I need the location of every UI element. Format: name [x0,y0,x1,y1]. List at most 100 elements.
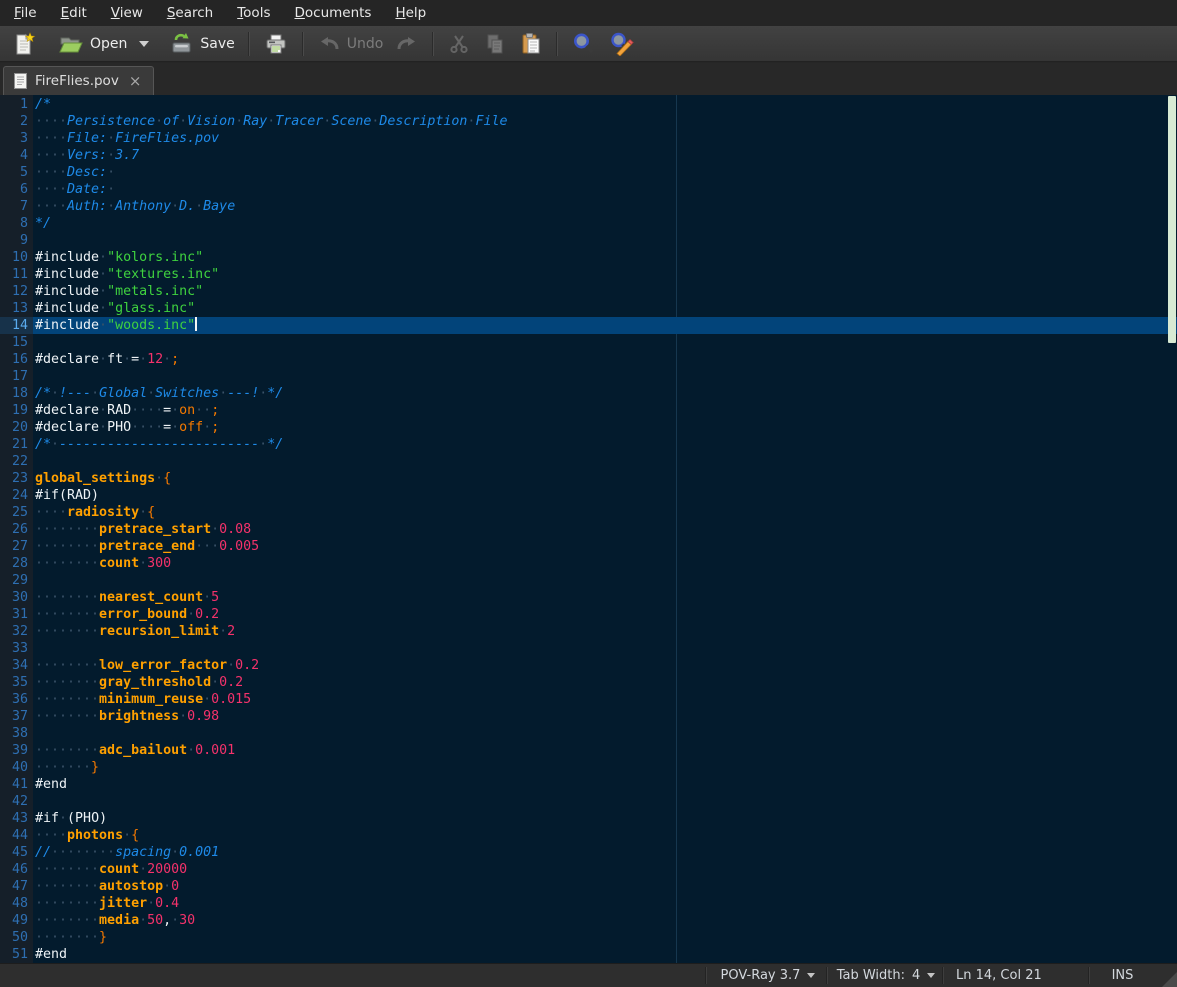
line-number-gutter[interactable]: 1234567891011121314151617181920212223242… [0,95,33,963]
menu-bar: File Edit View Search Tools Documents He… [0,0,1177,26]
save-button-label: Save [200,36,234,52]
paste-button[interactable] [513,29,549,59]
open-folder-icon [58,32,84,56]
menu-help[interactable]: Help [383,0,438,26]
line-number: 44 [0,827,33,844]
code-line: ········pretrace_end···0.005 [33,538,1177,555]
document-icon [14,73,27,89]
language-label: POV-Ray 3.7 [721,968,801,983]
code-line: ········nearest_count·5 [33,589,1177,606]
print-button[interactable] [257,29,295,59]
tab-width-selector[interactable]: Tab Width: 4 [832,964,940,987]
code-line [33,640,1177,657]
find-and-replace-icon [608,31,634,56]
open-button[interactable]: Open [52,29,133,59]
code-line: ····photons·{ [33,827,1177,844]
line-number: 4 [0,147,33,164]
find-replace-button[interactable] [602,28,640,59]
code-line [33,334,1177,351]
line-number: 23 [0,470,33,487]
text-editor: 1234567891011121314151617181920212223242… [0,95,1177,963]
code-line: ····File:·FireFlies.pov [33,130,1177,147]
code-line: ········brightness·0.98 [33,708,1177,725]
code-line: ········jitter·0.4 [33,895,1177,912]
code-line: ····Persistence·of·Vision·Ray·Tracer·Sce… [33,113,1177,130]
copy-button[interactable] [477,29,513,59]
open-dropdown-icon[interactable] [139,41,149,47]
tab-bar: FireFlies.pov × [0,63,1177,95]
line-number: 32 [0,623,33,640]
vertical-scrollbar[interactable] [1167,95,1177,963]
code-line: #include·"glass.inc" [33,300,1177,317]
code-line: ········media·50,·30 [33,912,1177,929]
toolbar-separator [302,32,304,56]
chevron-down-icon [927,973,935,978]
chevron-down-icon [807,973,815,978]
redo-button[interactable] [389,29,425,59]
scrollbar-thumb[interactable] [1168,96,1176,343]
code-line: #if·(PHO) [33,810,1177,827]
code-line: #end [33,776,1177,793]
code-line: #include·"textures.inc" [33,266,1177,283]
line-number: 34 [0,657,33,674]
code-line: #end [33,946,1177,963]
undo-icon [317,32,341,56]
tab-title: FireFlies.pov [35,73,119,89]
redo-icon [395,32,419,56]
code-line [33,453,1177,470]
menu-search[interactable]: Search [155,0,225,26]
insert-mode-indicator: INS [1090,964,1155,987]
code-line: ········error_bound·0.2 [33,606,1177,623]
line-number: 25 [0,504,33,521]
line-number: 3 [0,130,33,147]
code-line [33,572,1177,589]
undo-button[interactable]: Undo [311,29,390,59]
code-line: //········spacing·0.001 [33,844,1177,861]
statusbar-separator [942,967,944,984]
code-line: #declare·PHO····=·off·; [33,419,1177,436]
new-document-icon [12,32,36,56]
line-number: 10 [0,249,33,266]
new-document-button[interactable] [6,29,42,59]
code-line: /*·!---·Global·Switches·---!·*/ [33,385,1177,402]
menu-file[interactable]: File [2,0,49,26]
menu-documents[interactable]: Documents [282,0,383,26]
line-number: 45 [0,844,33,861]
code-line [33,725,1177,742]
line-number: 28 [0,555,33,572]
code-area[interactable]: /*····Persistence·of·Vision·Ray·Tracer·S… [33,95,1177,963]
line-number: 48 [0,895,33,912]
line-number: 49 [0,912,33,929]
tab-fireflies[interactable]: FireFlies.pov × [3,66,154,95]
line-number: 40 [0,759,33,776]
find-button[interactable] [565,28,602,59]
code-line: ········gray_threshold·0.2 [33,674,1177,691]
code-line: #include·"metals.inc" [33,283,1177,300]
code-line: ····Desc:· [33,164,1177,181]
menu-edit[interactable]: Edit [49,0,99,26]
line-number: 18 [0,385,33,402]
line-number: 30 [0,589,33,606]
menu-view[interactable]: View [99,0,155,26]
open-button-label: Open [90,36,127,52]
code-line: ········autostop·0 [33,878,1177,895]
code-line: #include·"kolors.inc" [33,249,1177,266]
resize-grip[interactable] [1162,972,1177,987]
statusbar-separator [826,967,828,984]
tab-close-icon[interactable]: × [127,74,144,88]
code-line: ········recursion_limit·2 [33,623,1177,640]
code-line: ········pretrace_start·0.08 [33,521,1177,538]
tab-width-value: 4 [912,968,920,983]
toolbar-separator [248,32,250,56]
language-selector[interactable]: POV-Ray 3.7 [712,964,824,987]
line-number: 36 [0,691,33,708]
cut-button[interactable] [441,29,477,59]
line-number: 19 [0,402,33,419]
code-line: ····Vers:·3.7 [33,147,1177,164]
save-button[interactable]: Save [163,29,240,59]
cursor-position: Ln 14, Col 21 [956,964,1042,987]
line-number: 7 [0,198,33,215]
menu-tools[interactable]: Tools [225,0,282,26]
find-icon [571,31,596,56]
line-number: 21 [0,436,33,453]
